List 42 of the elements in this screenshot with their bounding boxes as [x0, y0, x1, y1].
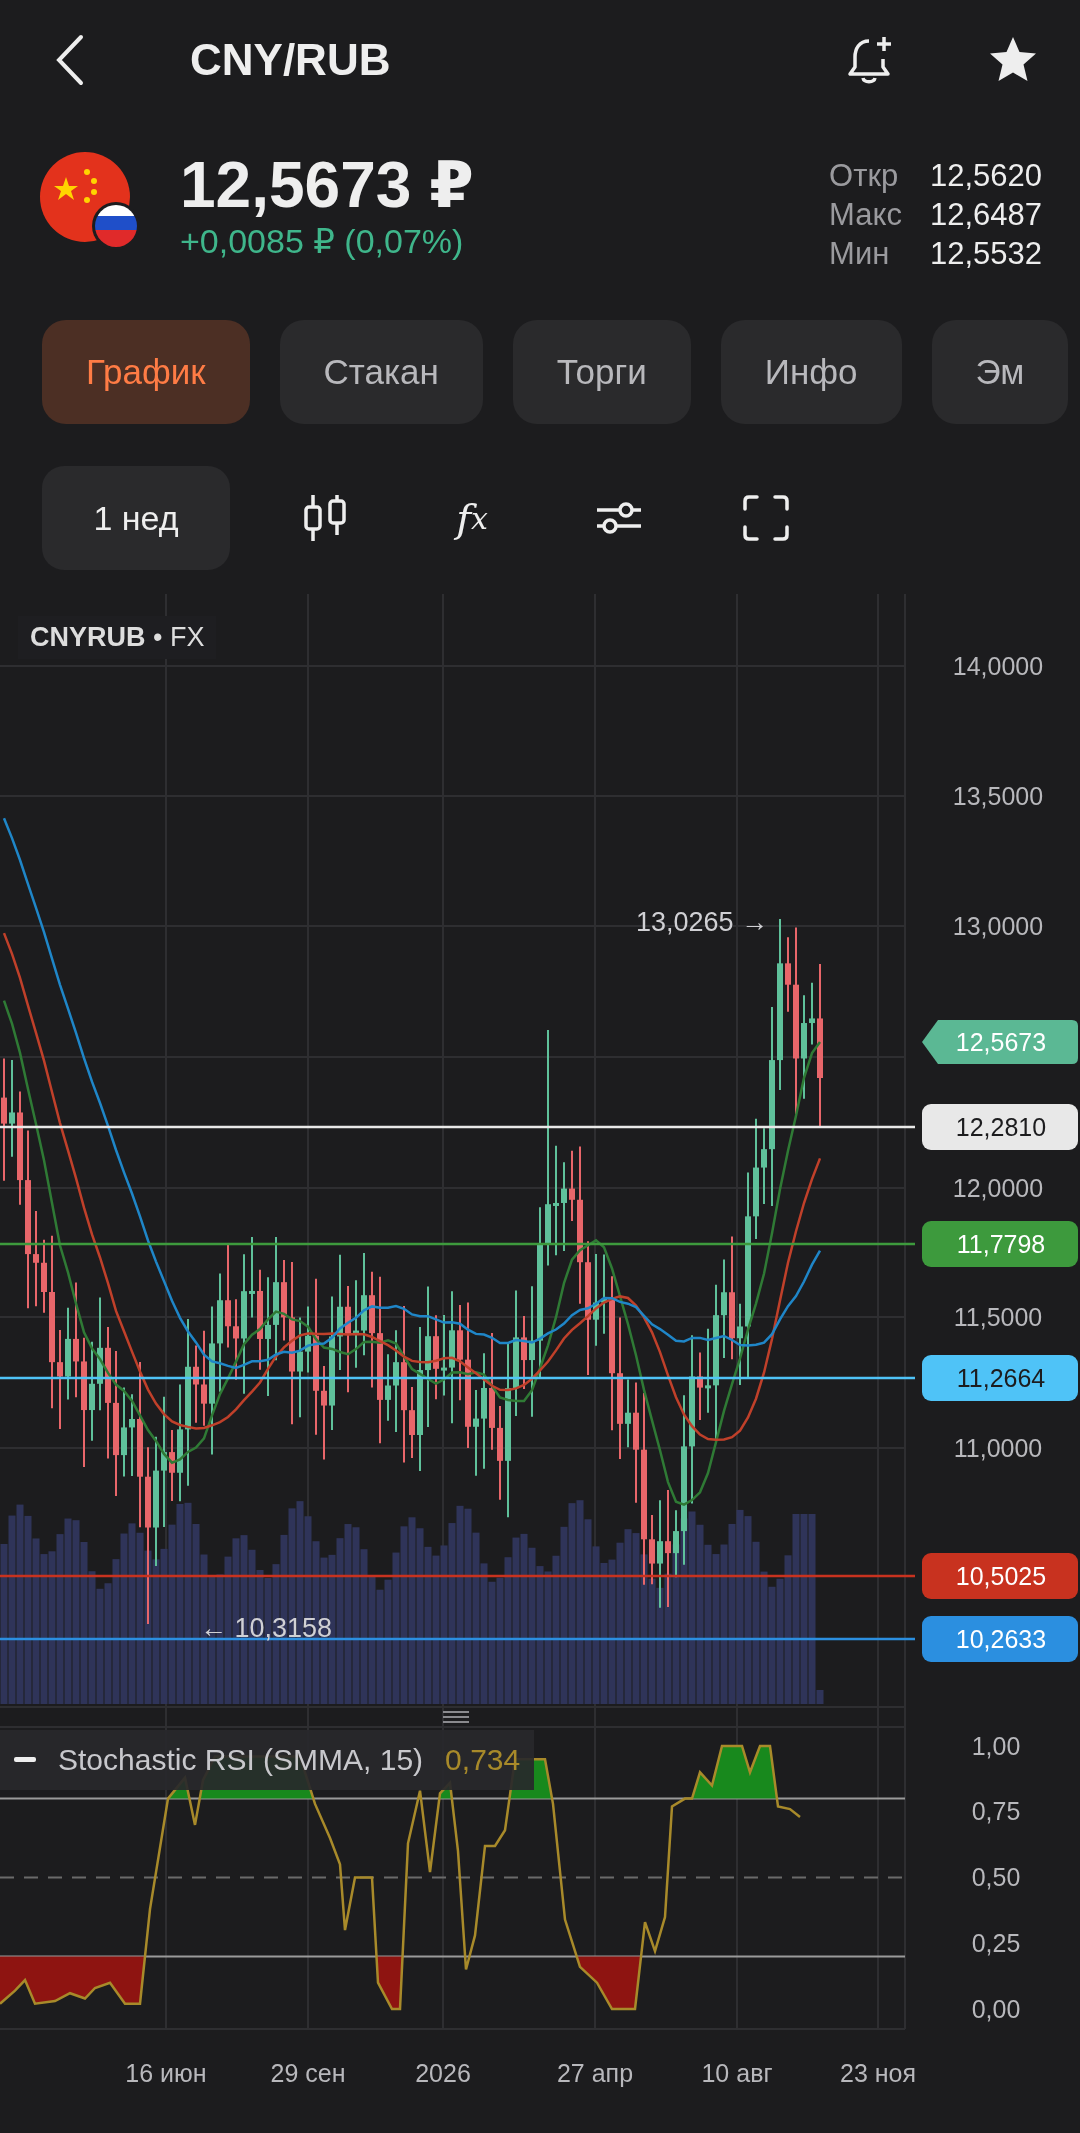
- interval-button[interactable]: 1 нед: [42, 466, 230, 570]
- tab[interactable]: Эм: [931, 320, 1069, 424]
- tab[interactable]: Инфо: [720, 320, 902, 424]
- indicator-value: 0,734: [445, 1743, 521, 1777]
- axis-label: 12,0000: [952, 1174, 1044, 1202]
- axis-label: 23 ноя: [840, 2059, 916, 2087]
- axis-label: 1,00: [971, 1732, 1021, 1760]
- price-tag: 12,2810: [922, 1104, 1078, 1150]
- indicator-name: Stochastic RSI (SMMA, 15): [58, 1743, 424, 1777]
- low-price-marker: ← 10,3158: [200, 1613, 333, 1643]
- price-change: +0,0085 ₽ (0,07%): [180, 221, 465, 262]
- high-price-marker: 13,0265 →: [635, 907, 768, 937]
- stat-value: 12,6487: [929, 196, 1042, 234]
- tab[interactable]: График: [42, 320, 250, 424]
- stat-value: 12,5532: [929, 235, 1042, 273]
- axis-label: 2026: [415, 2059, 471, 2087]
- axis-label: 27 апр: [556, 2059, 634, 2087]
- axis-label: 10 авг: [701, 2059, 773, 2087]
- price-tag: 11,7798: [922, 1221, 1078, 1267]
- price-value: 12,5673 ₽: [180, 150, 474, 220]
- axis-label: 0,75: [971, 1797, 1021, 1825]
- price-tag: 10,5025: [922, 1553, 1078, 1599]
- axis-label: 29 сен: [270, 2059, 346, 2087]
- page-title: CNY/RUB: [190, 35, 391, 85]
- axis-label: 0,00: [971, 1995, 1021, 2023]
- axis-label: 11,0000: [953, 1434, 1043, 1462]
- price-tag: 10,2633: [922, 1616, 1078, 1662]
- tab[interactable]: Стакан: [279, 320, 483, 424]
- axis-label: 13,0000: [952, 912, 1044, 940]
- axis-label: 0,25: [971, 1929, 1021, 1957]
- axis-label: 11,5000: [953, 1303, 1043, 1331]
- stat-label: Откр: [829, 157, 900, 195]
- stat-label: Мин: [829, 235, 891, 273]
- price-tag: 12,5673: [922, 1020, 1078, 1064]
- axis-label: 14,0000: [952, 652, 1044, 680]
- stat-label: Макс: [829, 196, 902, 234]
- tab[interactable]: Торги: [512, 320, 691, 424]
- price-tag: 11,2664: [922, 1355, 1078, 1401]
- axis-label: 0,50: [971, 1863, 1021, 1891]
- axis-label: 16 июн: [125, 2059, 207, 2087]
- stat-value: 12,5620: [929, 157, 1042, 195]
- axis-label: 13,5000: [952, 782, 1044, 810]
